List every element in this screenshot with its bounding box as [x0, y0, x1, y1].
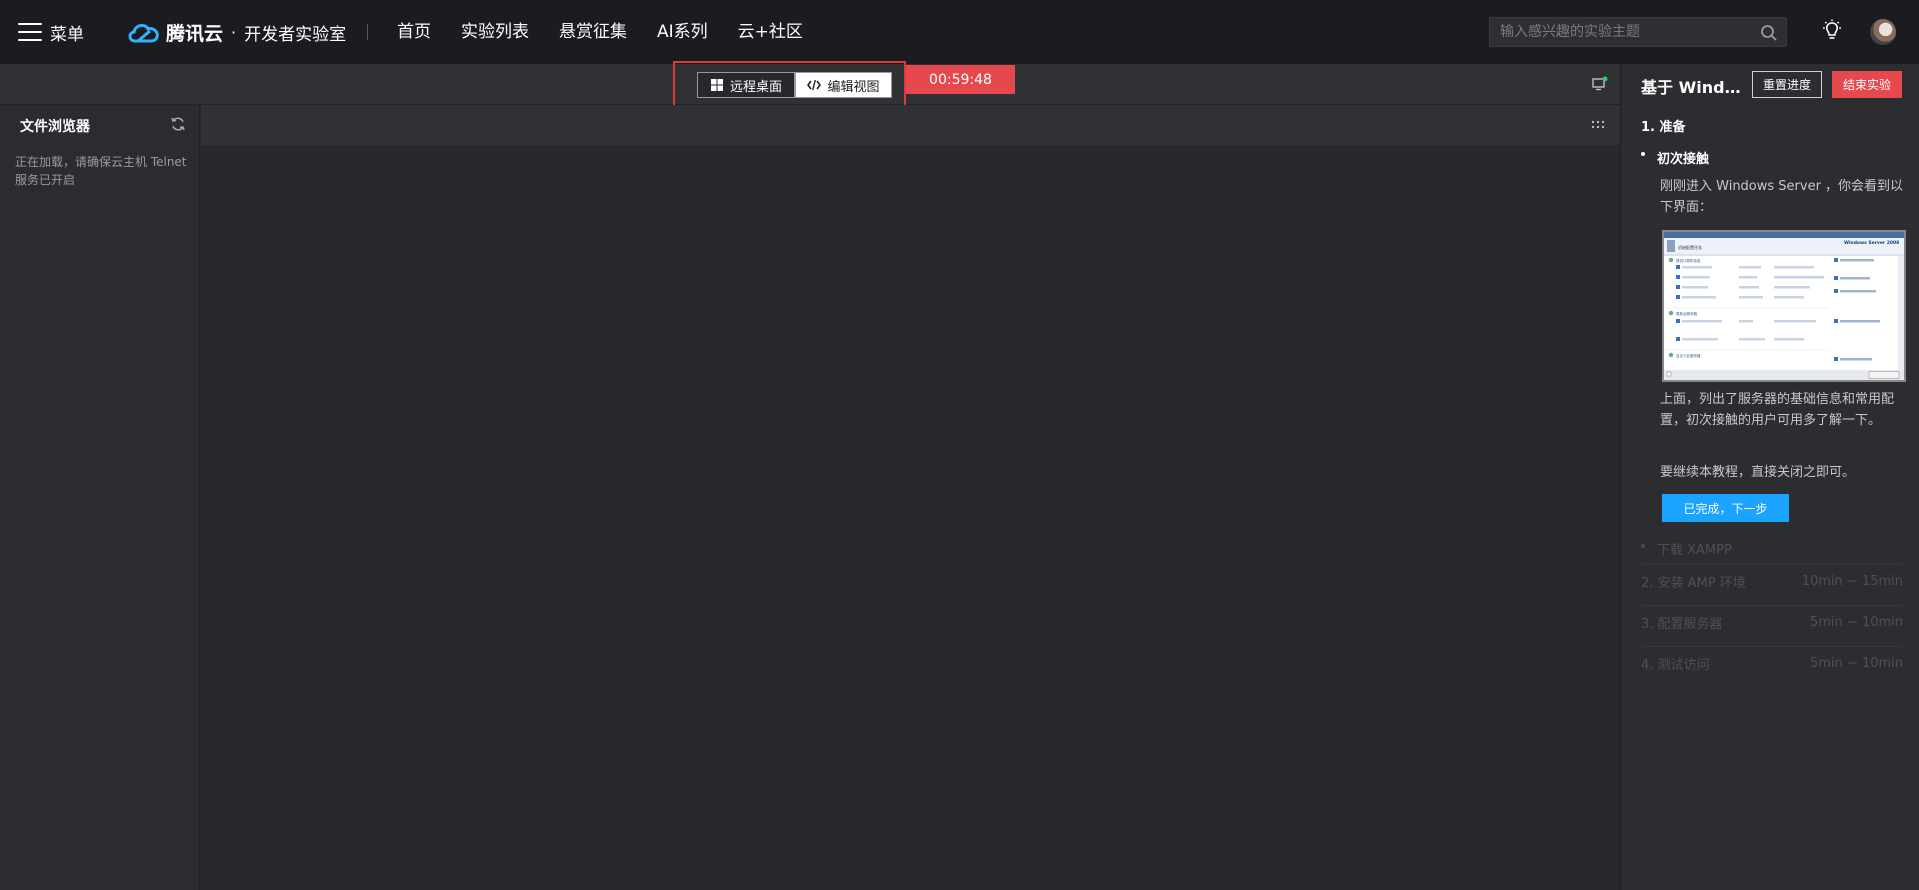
- step-row-duration: 5min ~ 10min: [1810, 656, 1903, 671]
- search-input[interactable]: [1500, 23, 1750, 41]
- screenshot-section-1: 提供计算机信息: [1676, 258, 1701, 263]
- step-title[interactable]: 初次接触: [1657, 148, 1709, 167]
- done-next-step-button[interactable]: 已完成，下一步: [1662, 494, 1789, 522]
- nav-link-community[interactable]: 云+社区: [738, 20, 803, 44]
- step-row[interactable]: 2. 安装 AMP 环境 10min ~ 15min: [1641, 564, 1903, 598]
- windows-icon: [710, 79, 723, 91]
- screenshot-thumbnail-image: 初始配置任务 Windows Server 2008 提供计算机信息 更新此服务…: [1664, 232, 1904, 380]
- edit-view-label: 编辑视图: [827, 79, 880, 95]
- nav-links: 首页 实验列表 悬赏征集 AI系列 云+社区: [397, 20, 833, 44]
- step-row[interactable]: 4. 测试访问 5min ~ 10min: [1641, 646, 1903, 680]
- file-browser-loading-message: 正在加载，请确保云主机 Telnet 服务已开启: [15, 155, 187, 187]
- step-instruction: 要继续本教程，直接关闭之即可。: [1660, 465, 1856, 480]
- user-avatar[interactable]: [1870, 19, 1896, 45]
- substep-bullet: [1641, 544, 1645, 548]
- file-browser: 文件浏览器 正在加载，请确保云主机 Telnet 服务已开启: [0, 105, 200, 890]
- top-nav: 菜单 腾讯云 · 开发者实验室 首页 实验列表 悬赏征集 AI系列 云+社区: [0, 0, 1919, 64]
- substep-download-xampp[interactable]: 下载 XAMPP: [1657, 539, 1732, 558]
- reset-progress-button[interactable]: 重置进度: [1752, 71, 1822, 98]
- remote-desktop-label: 远程桌面: [729, 79, 782, 95]
- nav-link-bounty[interactable]: 悬赏征集: [559, 20, 627, 44]
- editor-area[interactable]: [201, 145, 1620, 890]
- code-icon: [807, 79, 822, 91]
- brand-name: 腾讯云: [166, 22, 224, 45]
- step-row-duration: 10min ~ 15min: [1801, 574, 1903, 589]
- nav-link-lab-list[interactable]: 实验列表: [461, 20, 529, 44]
- brand-separator: ·: [231, 22, 237, 42]
- editor-tab-bar: [201, 105, 1620, 145]
- refresh-icon[interactable]: [170, 116, 186, 132]
- edit-view-button[interactable]: 编辑视图: [795, 72, 892, 98]
- end-lab-button[interactable]: 结束实验: [1832, 71, 1902, 98]
- screenshot-header: 初始配置任务: [1678, 244, 1702, 250]
- screenshot-section-2: 更新此服务器: [1676, 311, 1697, 316]
- remote-desktop-button[interactable]: 远程桌面: [697, 72, 795, 98]
- brand-subtitle: 开发者实验室: [244, 24, 347, 45]
- section-title: 1. 准备: [1641, 120, 1686, 135]
- brand-logo[interactable]: 腾讯云 · 开发者实验室: [126, 18, 346, 46]
- hamburger-icon: [18, 23, 42, 41]
- grid-menu-icon[interactable]: [1591, 118, 1605, 132]
- nav-link-home[interactable]: 首页: [397, 20, 431, 44]
- step-row-label: 2. 安装 AMP 环境: [1641, 576, 1746, 591]
- step-row-label: 3. 配置服务器: [1641, 617, 1723, 632]
- nav-link-ai-series[interactable]: AI系列: [657, 20, 708, 44]
- lab-title: 基于 Windows Server 搭建 AMP 环境: [1641, 78, 1751, 97]
- search-box: [1489, 17, 1787, 47]
- step-row-duration: 5min ~ 10min: [1810, 615, 1903, 630]
- step-row-label: 4. 测试访问: [1641, 658, 1710, 673]
- nav-divider: [367, 24, 368, 40]
- windows-server-screenshot: 初始配置任务 Windows Server 2008 提供计算机信息 更新此服务…: [1662, 230, 1906, 382]
- tutorial-panel: 基于 Windows Server 搭建 AMP 环境 重置进度 结束实验 1.…: [1620, 64, 1919, 890]
- step-summary: 上面，列出了服务器的基础信息和常用配置，初次接触的用户可用多了解一下。: [1660, 392, 1895, 428]
- screenshot-section-3: 自定义此服务器: [1676, 353, 1701, 358]
- file-browser-title: 文件浏览器: [20, 119, 90, 135]
- step-row[interactable]: 3. 配置服务器 5min ~ 10min: [1641, 605, 1903, 639]
- monitor-status-icon[interactable]: [1592, 76, 1608, 92]
- lightbulb-icon[interactable]: [1821, 19, 1843, 43]
- search-icon[interactable]: [1760, 24, 1778, 42]
- step-description: 刚刚进入 Windows Server ，你会看到以下界面：: [1660, 179, 1904, 215]
- cloud-logo-icon: [128, 23, 159, 43]
- menu-label: 菜单: [50, 24, 84, 45]
- step-bullet: [1641, 152, 1645, 156]
- countdown-timer: 00:59:48: [906, 65, 1015, 94]
- menu-button[interactable]: 菜单: [18, 20, 84, 45]
- screenshot-brand: Windows Server 2008: [1844, 240, 1899, 246]
